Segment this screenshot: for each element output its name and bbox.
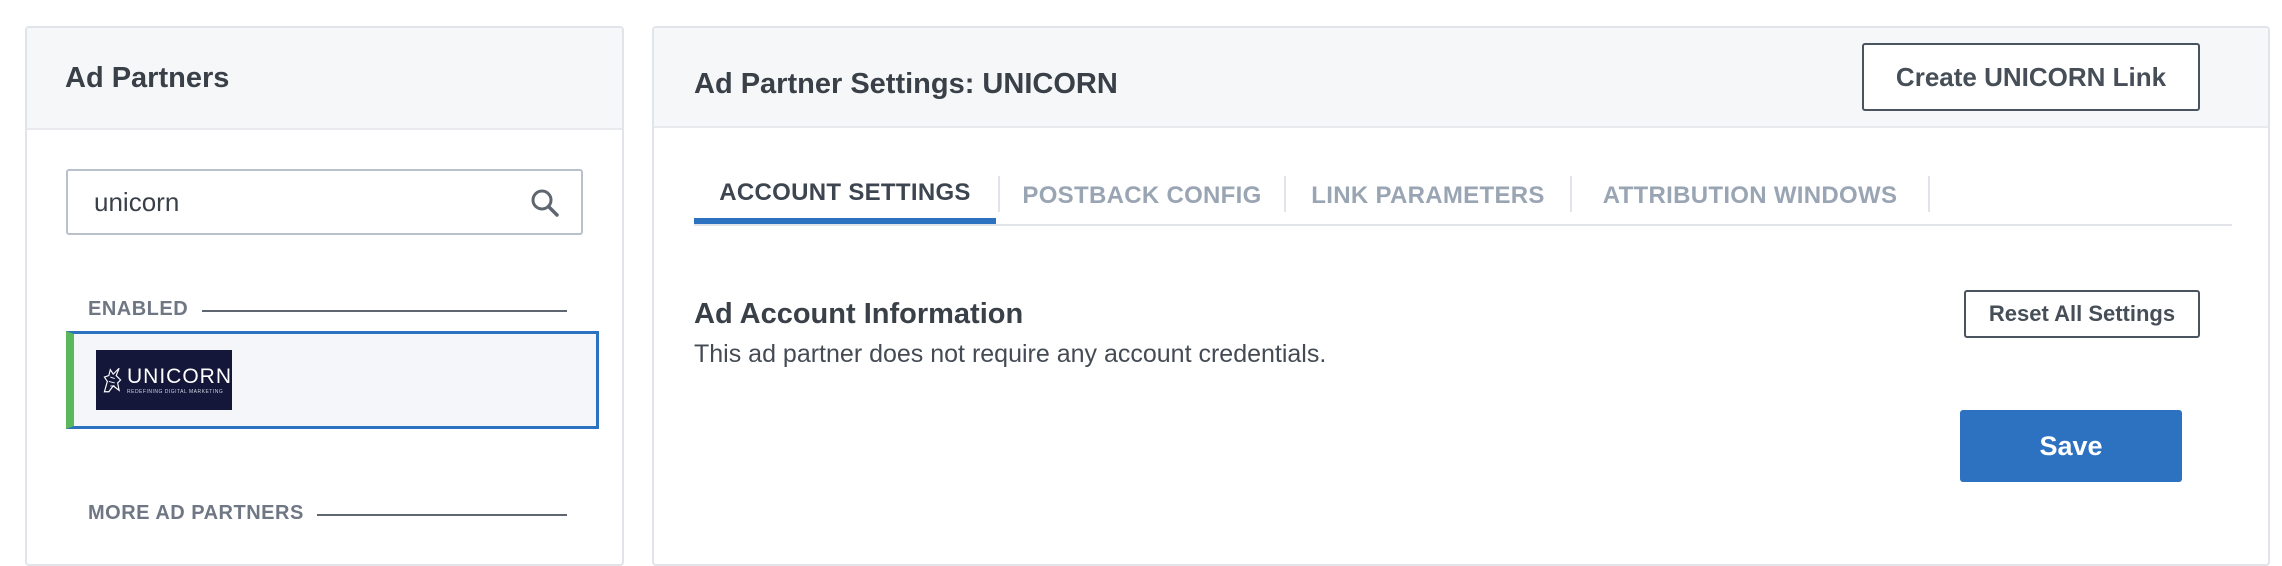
tab-account-settings[interactable]: ACCOUNT SETTINGS [694,168,996,224]
ad-partners-panel: Ad Partners ENABLED UNICORN REDEFINING D… [25,26,624,566]
ad-partners-title: Ad Partners [65,62,230,94]
tab-postback-config[interactable]: POSTBACK CONFIG [1000,168,1284,224]
unicorn-logo-tagline: REDEFINING DIGITAL MARKETING [127,388,224,395]
search-icon[interactable] [529,187,561,219]
save-button[interactable]: Save [1960,410,2182,482]
tab-separator [1928,176,1930,212]
more-partners-divider [317,514,567,516]
unicorn-head-icon [103,367,122,393]
settings-header: Ad Partner Settings: UNICORN Create UNIC… [654,28,2268,128]
unicorn-logo: UNICORN REDEFINING DIGITAL MARKETING [96,350,232,410]
ad-account-info-heading: Ad Account Information [694,298,1024,330]
enabled-divider [202,310,567,312]
partner-search-box[interactable] [66,169,583,235]
ad-account-info-description: This ad partner does not require any acc… [694,340,1327,368]
unicorn-logo-text: UNICORN [127,364,232,388]
reset-all-settings-button[interactable]: Reset All Settings [1964,290,2200,338]
more-ad-partners-label: MORE AD PARTNERS [88,502,304,524]
settings-title: Ad Partner Settings: UNICORN [694,68,1118,100]
partner-search-input[interactable] [94,171,514,233]
ad-partners-header: Ad Partners [27,28,622,130]
partner-item-unicorn[interactable]: UNICORN REDEFINING DIGITAL MARKETING [66,331,599,429]
enabled-section-label: ENABLED [88,298,189,320]
create-link-button[interactable]: Create UNICORN Link [1862,43,2200,111]
settings-tabs: ACCOUNT SETTINGS POSTBACK CONFIG LINK PA… [694,168,2232,226]
tab-link-parameters[interactable]: LINK PARAMETERS [1286,168,1570,224]
ad-partner-settings-panel: Ad Partner Settings: UNICORN Create UNIC… [652,26,2270,566]
tab-attribution-windows[interactable]: ATTRIBUTION WINDOWS [1572,168,1928,224]
